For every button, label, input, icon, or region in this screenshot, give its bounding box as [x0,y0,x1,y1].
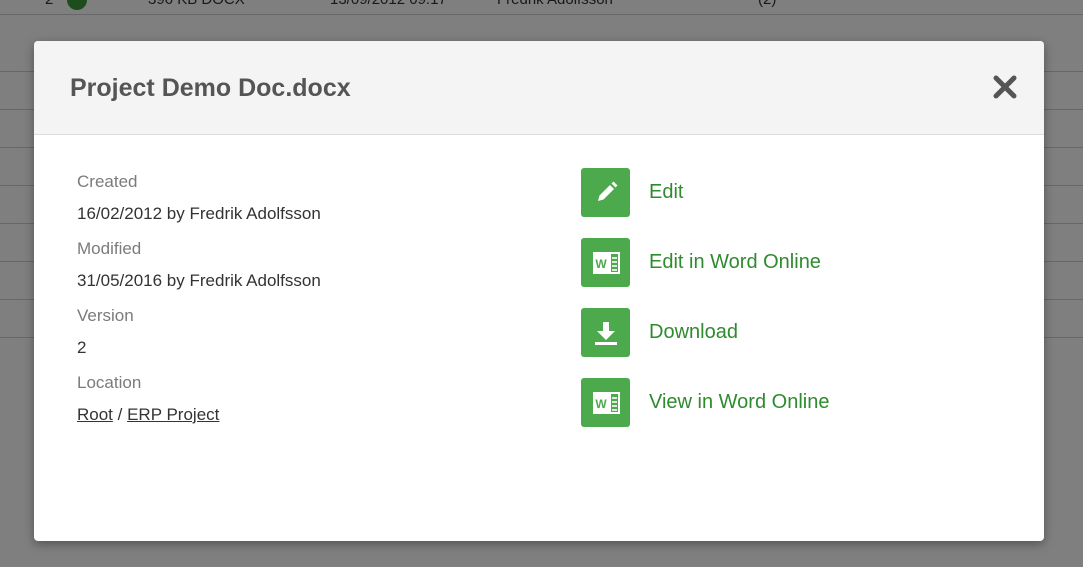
location-folder-link[interactable]: ERP Project [127,405,219,424]
location-breadcrumb: Root / ERP Project [77,404,321,426]
dialog-title: Project Demo Doc.docx [70,74,351,102]
version-value: 2 [77,338,87,357]
svg-text:W: W [595,257,607,271]
version-block: Version 2 [77,305,321,359]
view-in-word-online-button[interactable]: W View in Word Online [581,377,829,428]
created-value: 16/02/2012 by Fredrik Adolfsson [77,204,321,223]
view-in-word-online-label: View in Word Online [649,391,830,413]
version-label: Version [77,306,134,325]
close-icon [993,75,1017,99]
location-label: Location [77,373,142,392]
file-metadata: Created 16/02/2012 by Fredrik Adolfsson … [77,171,321,439]
file-actions: Edit W Edit in Word Online Download W Vi… [581,167,829,447]
word-icon: W [581,378,630,427]
download-label: Download [649,321,738,343]
file-details-dialog: Project Demo Doc.docx Created 16/02/2012… [34,41,1044,541]
dialog-header: Project Demo Doc.docx [34,41,1044,135]
created-block: Created 16/02/2012 by Fredrik Adolfsson [77,171,321,225]
edit-button[interactable]: Edit [581,167,829,218]
location-block: Location Root / ERP Project [77,372,321,426]
close-button[interactable] [988,70,1022,104]
edit-in-word-online-button[interactable]: W Edit in Word Online [581,237,829,288]
modified-label: Modified [77,239,142,258]
edit-label: Edit [649,181,684,203]
modified-value: 31/05/2016 by Fredrik Adolfsson [77,271,321,290]
breadcrumb-separator: / [112,405,128,424]
edit-in-word-online-label: Edit in Word Online [649,251,821,273]
pencil-icon [581,168,630,217]
svg-text:W: W [595,397,607,411]
download-button[interactable]: Download [581,307,829,358]
download-icon [581,308,630,357]
modified-block: Modified 31/05/2016 by Fredrik Adolfsson [77,238,321,292]
created-label: Created [77,172,138,191]
location-root-link[interactable]: Root [77,405,113,424]
word-icon: W [581,238,630,287]
